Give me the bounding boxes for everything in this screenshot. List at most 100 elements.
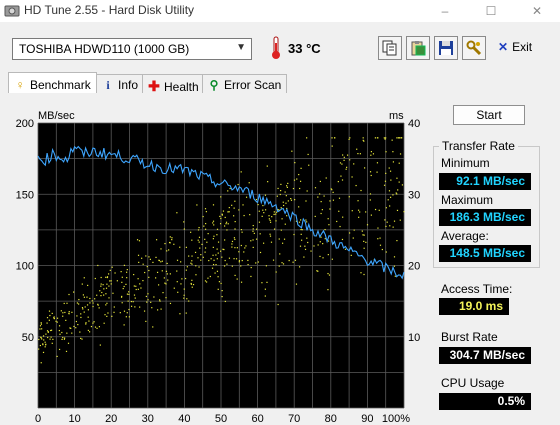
access-time-point bbox=[128, 291, 130, 293]
access-time-point bbox=[226, 229, 228, 231]
access-time-point bbox=[250, 275, 252, 278]
access-time-point bbox=[216, 234, 218, 236]
access-time-point bbox=[396, 193, 398, 195]
options-button[interactable] bbox=[462, 36, 486, 60]
access-time-point bbox=[389, 205, 391, 207]
access-time-point bbox=[181, 278, 183, 280]
access-time-point bbox=[221, 213, 223, 215]
x-tick-label: 10 bbox=[68, 413, 80, 425]
close-button[interactable]: ✕ bbox=[514, 0, 560, 22]
access-time-point bbox=[213, 259, 215, 261]
access-time-point bbox=[261, 215, 263, 217]
minimize-button[interactable]: – bbox=[422, 0, 468, 22]
access-time-point bbox=[169, 236, 171, 238]
exit-icon: ✕ bbox=[498, 40, 509, 54]
access-time-point bbox=[265, 265, 268, 267]
access-time-point bbox=[369, 199, 371, 201]
access-time-point bbox=[306, 190, 308, 192]
access-time-point bbox=[219, 215, 221, 218]
access-time-point bbox=[327, 240, 330, 242]
access-time-point bbox=[389, 225, 391, 227]
access-time-point bbox=[286, 186, 288, 188]
access-time-point bbox=[285, 195, 287, 197]
access-time-point bbox=[275, 220, 277, 222]
access-time-point bbox=[123, 324, 125, 326]
access-time-point bbox=[137, 278, 139, 280]
access-time-point bbox=[372, 153, 375, 155]
access-time-point bbox=[214, 272, 216, 274]
access-time-point bbox=[99, 290, 101, 292]
access-time-point bbox=[86, 304, 89, 306]
access-time-point bbox=[81, 283, 83, 285]
access-time-point bbox=[204, 238, 206, 240]
access-time-point bbox=[198, 226, 200, 229]
access-time-point bbox=[70, 327, 72, 329]
access-time-point bbox=[68, 311, 70, 313]
access-time-point bbox=[176, 270, 178, 272]
access-time-point bbox=[238, 209, 240, 211]
access-time-point bbox=[44, 341, 46, 343]
access-time-point bbox=[94, 298, 96, 300]
access-time-point bbox=[204, 251, 206, 253]
access-time-point bbox=[51, 342, 53, 344]
access-time-point bbox=[396, 137, 398, 139]
access-time-point bbox=[212, 238, 214, 240]
access-time-point bbox=[342, 154, 344, 156]
access-time-point bbox=[234, 238, 236, 241]
access-time-point bbox=[397, 189, 399, 191]
copy-screenshot-button[interactable] bbox=[406, 36, 430, 60]
start-button[interactable]: Start bbox=[453, 105, 525, 125]
tab-benchmark[interactable]: ♀ Benchmark bbox=[8, 72, 97, 93]
access-time-point bbox=[324, 228, 326, 231]
access-time-point bbox=[398, 162, 400, 164]
access-time-point bbox=[50, 336, 52, 338]
access-time-point bbox=[388, 190, 391, 192]
access-time-point bbox=[350, 254, 352, 256]
access-time-point bbox=[384, 138, 386, 140]
maximize-button[interactable]: ☐ bbox=[468, 0, 514, 22]
drive-select[interactable]: TOSHIBA HDWD110 (1000 GB) ▼ bbox=[12, 38, 252, 60]
access-time-point bbox=[202, 215, 204, 218]
access-time-point bbox=[105, 293, 107, 295]
access-time-point bbox=[225, 221, 228, 223]
access-time-point bbox=[147, 293, 149, 295]
access-time-point bbox=[53, 317, 55, 319]
access-time-point bbox=[385, 225, 387, 228]
clipboard-icon bbox=[411, 41, 426, 56]
access-time-point bbox=[44, 346, 46, 348]
access-time-point bbox=[127, 300, 129, 302]
access-time-point bbox=[100, 283, 102, 285]
access-time-point bbox=[213, 235, 215, 237]
access-time-point bbox=[73, 325, 75, 328]
copy-info-button[interactable] bbox=[378, 36, 402, 60]
title-bar: HD Tune 2.55 - Hard Disk Utility – ☐ ✕ bbox=[0, 0, 560, 22]
access-time-point bbox=[346, 154, 349, 156]
access-time-point bbox=[196, 204, 198, 206]
access-time-point bbox=[202, 256, 204, 258]
access-time-point bbox=[247, 263, 249, 266]
access-time-point bbox=[334, 137, 336, 139]
access-time-point bbox=[82, 308, 84, 310]
access-time-point bbox=[220, 282, 222, 285]
access-time-point bbox=[245, 196, 248, 198]
access-time-point bbox=[290, 197, 292, 200]
access-time-point bbox=[304, 248, 307, 251]
access-time-point bbox=[277, 187, 279, 190]
access-time-point bbox=[363, 273, 365, 276]
access-time-point bbox=[221, 290, 223, 292]
access-time-point bbox=[363, 167, 366, 169]
access-time-point bbox=[292, 261, 294, 263]
tab-info[interactable]: i Info bbox=[96, 74, 145, 93]
access-time-point bbox=[250, 266, 252, 269]
access-time-point bbox=[299, 187, 301, 190]
access-time-point bbox=[71, 332, 73, 334]
access-time-point bbox=[365, 241, 367, 243]
access-time-point bbox=[336, 220, 338, 223]
tab-health[interactable]: ✚ Health bbox=[142, 74, 205, 94]
save-button[interactable] bbox=[434, 36, 458, 60]
access-time-point bbox=[80, 337, 82, 340]
access-time-point bbox=[105, 287, 108, 289]
exit-button[interactable]: ✕ Exit bbox=[498, 40, 532, 54]
access-time-point bbox=[359, 211, 361, 213]
tab-error-scan[interactable]: ⚲ Error Scan bbox=[202, 74, 288, 93]
